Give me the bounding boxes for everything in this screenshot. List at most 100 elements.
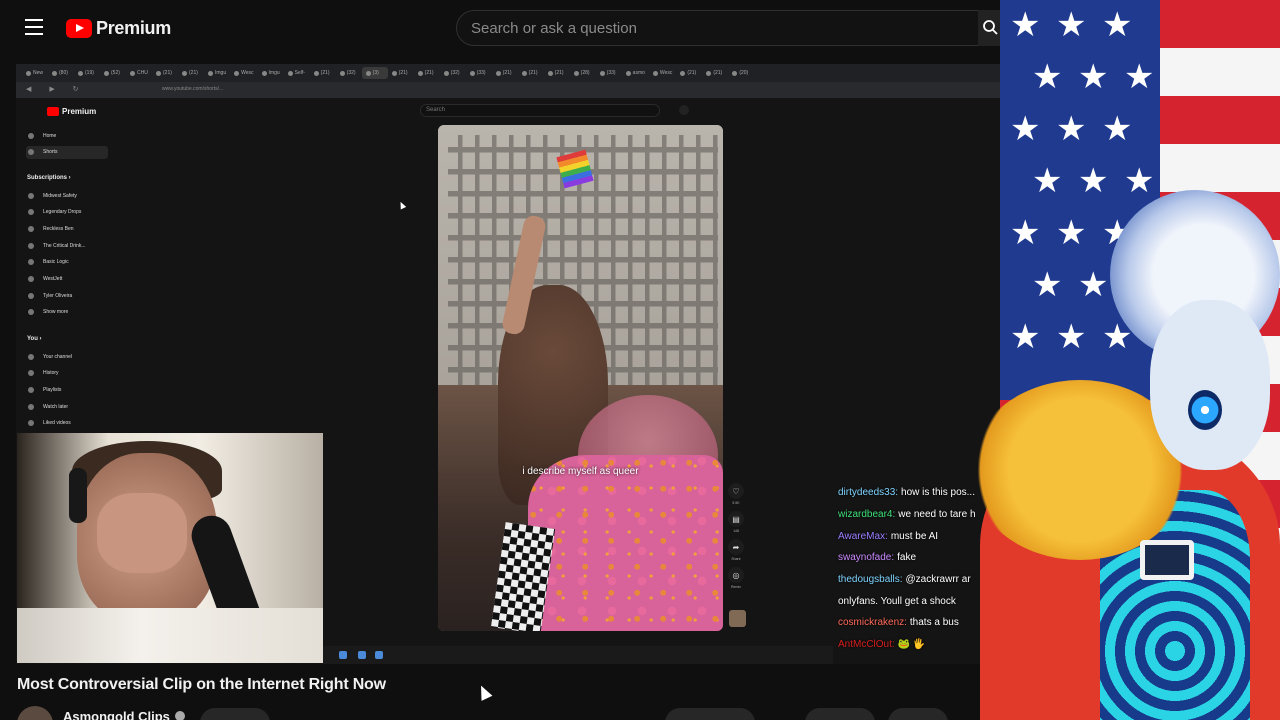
- menu-icon[interactable]: [25, 19, 43, 35]
- action-count: 148: [733, 529, 739, 533]
- subscription-item[interactable]: Reckless Ben: [26, 222, 108, 235]
- browser-tab[interactable]: (21): [178, 67, 204, 79]
- tab-label: (21): [189, 70, 198, 76]
- chat-text: onlyfans. Youll get a shock: [838, 595, 956, 607]
- browser-tab[interactable]: (21): [388, 67, 414, 79]
- browser-tab[interactable]: (19): [74, 67, 100, 79]
- browser-tab[interactable]: (80): [48, 67, 74, 79]
- browser-tab[interactable]: (21): [414, 67, 440, 79]
- channel-name[interactable]: Asmongold Clips: [63, 709, 170, 720]
- browser-tab[interactable]: (21): [676, 67, 702, 79]
- browser-tab[interactable]: New: [22, 67, 48, 79]
- sidebar-item-label: Reckless Ben: [43, 225, 74, 232]
- short-video[interactable]: i describe myself as queer: [438, 125, 723, 631]
- browser-tab[interactable]: (21): [152, 67, 178, 79]
- tab-label: (32): [450, 70, 460, 76]
- browser-tab[interactable]: (3): [361, 67, 388, 79]
- subscription-item[interactable]: The Critical Drink...: [26, 239, 108, 252]
- search-icon: [983, 20, 998, 35]
- sidebar-item-icon: [28, 149, 34, 155]
- sidebar-item-label: Midwest Safety: [43, 192, 77, 199]
- subscription-item[interactable]: Tyler Oliveira: [26, 289, 108, 302]
- chat-username[interactable]: thedougsballs:: [838, 574, 903, 585]
- browser-tab[interactable]: (21): [518, 67, 544, 79]
- chat-message: AwareMax: must be AI: [834, 525, 1000, 547]
- tab-favicon-icon: [261, 70, 267, 76]
- taskbar-app-icon[interactable]: [358, 651, 366, 659]
- share-icon[interactable]: ➦: [728, 539, 744, 555]
- flag-star-icon: ★: [1032, 162, 1063, 200]
- subscription-item[interactable]: Midwest Safety: [26, 189, 108, 202]
- browser-tab[interactable]: (21): [310, 67, 336, 79]
- browser-tab[interactable]: asmo: [622, 67, 649, 79]
- verified-icon: [175, 711, 185, 720]
- browser-tab[interactable]: (33): [466, 67, 492, 79]
- you-item[interactable]: Liked videos: [26, 417, 108, 430]
- sidebar-item-shorts[interactable]: Shorts: [26, 145, 108, 159]
- address-bar[interactable]: ◀ ▶ ↻ www.youtube.com/shorts/...: [16, 82, 1000, 98]
- browser-tab[interactable]: (21): [492, 67, 518, 79]
- flag-star-icon: ★: [1124, 58, 1155, 96]
- subscription-item[interactable]: WestJett: [26, 273, 108, 286]
- mic-icon[interactable]: [679, 105, 689, 115]
- like-button[interactable]: [665, 708, 755, 720]
- tab-favicon-icon: [182, 70, 187, 76]
- tab-label: (52): [111, 70, 120, 76]
- browser-tab[interactable]: (20): [728, 67, 754, 79]
- browser-tab[interactable]: Imgu: [204, 67, 230, 79]
- you-item[interactable]: Playlists: [26, 383, 108, 396]
- sidebar-item-home[interactable]: Home: [26, 129, 108, 142]
- chat-username[interactable]: swaynofade:: [838, 552, 894, 563]
- browser-nav-icons: ◀ ▶ ↻: [26, 86, 87, 93]
- browser-tab[interactable]: (33): [596, 67, 622, 79]
- you-item[interactable]: Your channel: [26, 350, 108, 363]
- subscription-item[interactable]: Legendary Drops: [26, 206, 108, 219]
- browser-tab[interactable]: (32): [336, 67, 362, 79]
- tab-favicon-icon: [521, 70, 527, 76]
- chat-username[interactable]: dirtydeeds33:: [838, 487, 898, 498]
- channel-avatar[interactable]: [17, 706, 53, 720]
- browser-tab[interactable]: (52): [100, 67, 126, 79]
- inner-youtube-logo[interactable]: Premium: [47, 107, 96, 116]
- like-icon[interactable]: ♡: [728, 483, 744, 499]
- chat-text: thats a bus: [909, 617, 959, 629]
- subscription-item[interactable]: Basic Logic: [26, 256, 108, 269]
- you-item[interactable]: History: [26, 367, 108, 380]
- browser-tab[interactable]: (28): [570, 67, 596, 79]
- subscription-item[interactable]: Show more: [26, 306, 108, 319]
- share-button[interactable]: [805, 708, 875, 720]
- sidebar-item-icon: [28, 225, 34, 232]
- sidebar-item-label: Basic Logic: [43, 259, 69, 266]
- chat-username[interactable]: AwareMax:: [838, 531, 888, 542]
- you-heading[interactable]: You ›: [27, 336, 42, 342]
- browser-tab[interactable]: (21): [702, 67, 728, 79]
- remix-icon[interactable]: ◎: [728, 567, 744, 583]
- chat-username[interactable]: AntMcClOut:: [838, 639, 895, 650]
- comment-icon[interactable]: ▤: [728, 511, 744, 527]
- browser-tab[interactable]: Self-: [284, 67, 310, 79]
- search-button[interactable]: [978, 10, 1000, 46]
- browser-tab[interactable]: Wesc: [230, 67, 257, 79]
- inner-search-input[interactable]: Search: [420, 104, 660, 117]
- browser-tab[interactable]: CHU: [126, 67, 152, 79]
- browser-tab[interactable]: (32): [440, 67, 466, 79]
- chat-username[interactable]: cosmickrakenz:: [838, 617, 907, 628]
- taskbar-app-icon[interactable]: [339, 651, 347, 659]
- browser-tab[interactable]: (21): [544, 67, 570, 79]
- search-input[interactable]: Search or ask a question: [456, 10, 996, 46]
- sound-thumbnail[interactable]: [729, 610, 746, 627]
- chat-username[interactable]: wizardbear4:: [838, 509, 895, 520]
- streamer-webcam: [17, 433, 323, 663]
- tab-favicon-icon: [680, 70, 686, 76]
- subscribe-button[interactable]: [200, 708, 270, 720]
- you-item[interactable]: Watch later: [26, 400, 108, 413]
- taskbar-app-icon[interactable]: [375, 651, 383, 659]
- subscriptions-heading[interactable]: Subscriptions ›: [27, 175, 71, 181]
- flag-star-icon: ★: [1078, 58, 1109, 96]
- sidebar-item-label: Your channel: [43, 353, 73, 360]
- browser-tab[interactable]: Wesc: [649, 67, 676, 79]
- tab-label: Self-: [294, 70, 305, 76]
- more-actions-button[interactable]: [888, 708, 948, 720]
- youtube-logo[interactable]: Premium: [66, 18, 171, 39]
- browser-tab[interactable]: Imgu: [258, 67, 284, 79]
